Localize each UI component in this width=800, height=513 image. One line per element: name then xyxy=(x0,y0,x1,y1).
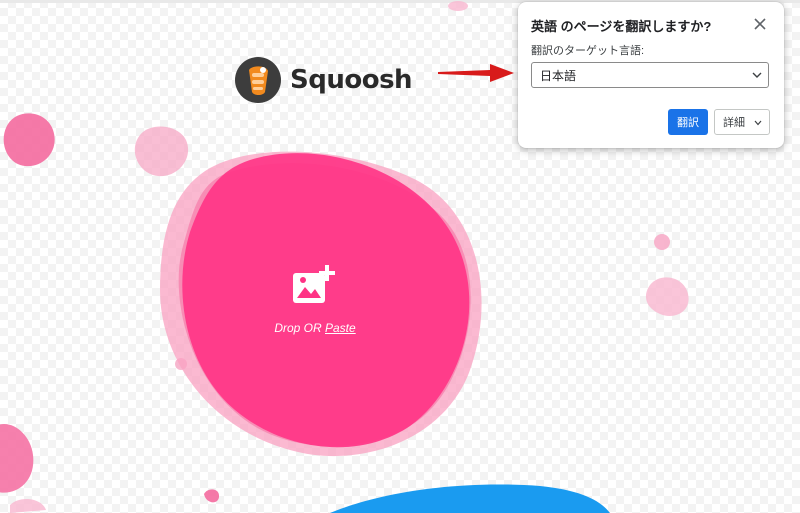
blob-right-medium xyxy=(645,277,689,316)
language-select[interactable]: 日本語 xyxy=(531,62,769,88)
blob-bottom-small xyxy=(204,489,220,503)
logo-text: Squoosh xyxy=(290,65,413,95)
details-button-label: 詳細 xyxy=(723,117,745,129)
drop-zone[interactable]: Drop OR Paste xyxy=(255,265,375,335)
red-arrow xyxy=(438,64,514,82)
blob-light-1 xyxy=(134,126,189,177)
squoosh-logo[interactable]: Squoosh xyxy=(234,56,413,104)
blob-left-small xyxy=(10,498,46,513)
squoosh-logo-icon xyxy=(235,57,281,103)
chevron-down-icon xyxy=(754,120,762,126)
add-image-icon xyxy=(293,265,335,303)
blue-arc xyxy=(330,484,610,513)
details-button[interactable]: 詳細 xyxy=(714,109,770,135)
popup-title: 英語 のページを翻訳しますか? xyxy=(531,19,712,34)
blob-top-small xyxy=(448,1,468,11)
close-icon[interactable] xyxy=(750,14,770,34)
blob-right-tiny xyxy=(654,234,670,250)
drop-label: Drop OR xyxy=(274,321,325,335)
translate-button[interactable]: 翻訳 xyxy=(668,109,708,135)
blob-left-top xyxy=(3,113,55,167)
blob-left-bottom xyxy=(0,424,34,493)
chevron-down-icon xyxy=(752,72,762,78)
drop-text: Drop OR Paste xyxy=(255,321,375,335)
translate-popup: 英語 のページを翻訳しますか? 翻訳のターゲット言語: 日本語 翻訳 詳細 xyxy=(518,2,784,148)
paste-link[interactable]: Paste xyxy=(325,321,356,335)
target-language-label: 翻訳のターゲット言語: xyxy=(531,45,645,57)
language-select-value: 日本語 xyxy=(540,68,577,83)
